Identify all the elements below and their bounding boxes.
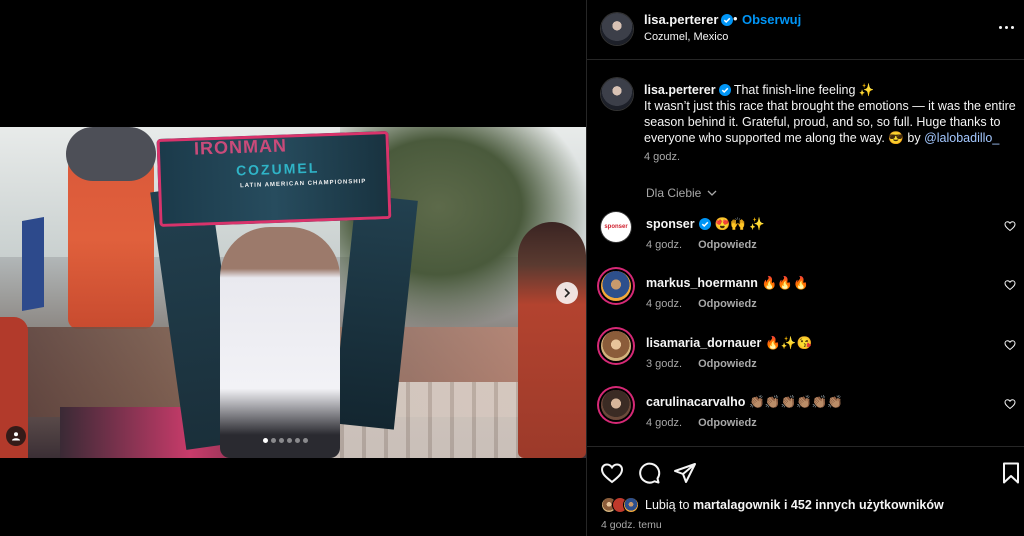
more-dot [1011, 25, 1014, 29]
author-avatar[interactable] [601, 13, 633, 45]
for-you-toggle[interactable]: Dla Ciebie [646, 186, 717, 200]
post-header: lisa.perterer • Obserwuj Cozumel, Mexico [587, 0, 1024, 60]
like-comment-heart-icon[interactable] [1004, 220, 1016, 232]
header-separator: • [733, 11, 738, 26]
author-username[interactable]: lisa.perterer [644, 12, 734, 27]
commenter-avatar[interactable] [601, 271, 631, 301]
photo-flag [22, 217, 44, 311]
likes-text: Lubią to martalagownik i 452 innych użyt… [645, 498, 944, 512]
carousel-dot [303, 438, 308, 443]
photo-inflatable-top [66, 127, 156, 181]
liker-avatar [623, 497, 639, 513]
carousel-dot [279, 438, 284, 443]
commenter-avatar[interactable] [601, 331, 631, 361]
user-icon [12, 432, 20, 441]
commenter-username[interactable]: markus_hoermann [646, 276, 758, 290]
like-comment-heart-icon[interactable] [1004, 279, 1016, 291]
caption-author-avatar[interactable] [601, 78, 633, 110]
comment-meta: 4 godz. Odpowiedz [646, 298, 757, 310]
post-media: IRONMAN COZUMEL LATIN AMERICAN CHAMPIONS… [0, 0, 586, 536]
more-dot [1005, 25, 1008, 29]
caption-mention-link[interactable]: @lalobadillo_ [924, 131, 999, 145]
comment-item: lisamaria_dornauer 🔥✨😘 3 godz. Odpowiedz [601, 331, 1021, 381]
comment-meta: 3 godz. Odpowiedz [646, 358, 757, 370]
comment-item: sponser sponser 😍🙌 ✨ 4 godz. Odpowiedz [601, 212, 1021, 262]
comment-time: 4 godz. [646, 239, 683, 251]
likes-suffix[interactable]: i 452 innych użytkowników [781, 498, 944, 512]
verified-icon [698, 218, 711, 230]
carousel-dots [263, 438, 308, 443]
photo-athlete [220, 227, 340, 458]
like-heart-icon[interactable] [600, 461, 624, 485]
comment-text-row: carulinacarvalho 👏🏽👏🏽👏🏽👏🏽👏🏽👏🏽 [646, 395, 843, 410]
commenter-username[interactable]: lisamaria_dornauer [646, 336, 761, 350]
comment-text: 😍🙌 ✨ [714, 217, 765, 231]
banner-text-cozumel: COZUMEL [235, 159, 320, 179]
comment-bubble-icon[interactable] [637, 461, 661, 485]
photo-spectator [518, 222, 586, 458]
comment-text: 🔥🔥🔥 [761, 276, 809, 290]
comment-time: 3 godz. [646, 358, 683, 370]
chevron-right-icon [564, 288, 571, 298]
likes-summary[interactable]: Lubią to martalagownik i 452 innych użyt… [601, 497, 944, 513]
sponser-logo-text: sponser [604, 224, 628, 230]
caption-time: 4 godz. [644, 151, 681, 163]
comment-time: 4 godz. [646, 417, 683, 429]
post-location[interactable]: Cozumel, Mexico [644, 31, 728, 43]
carousel-dot [263, 438, 268, 443]
carousel-dot [295, 438, 300, 443]
commenter-username[interactable]: sponser [646, 217, 695, 231]
more-dot [999, 25, 1002, 29]
reply-button[interactable]: Odpowiedz [698, 417, 757, 429]
banner-text-ironman: IRONMAN [193, 135, 288, 159]
comment-text-row: sponser 😍🙌 ✨ [646, 217, 765, 232]
comment-text-row: markus_hoermann 🔥🔥🔥 [646, 276, 809, 291]
carousel-dot [287, 438, 292, 443]
more-options-button[interactable] [999, 20, 1019, 34]
follow-button[interactable]: Obserwuj [742, 12, 801, 27]
caption-body: lisa.perterer That finish-line feeling ✨… [644, 82, 1016, 146]
post-side-panel: lisa.perterer • Obserwuj Cozumel, Mexico… [586, 0, 1024, 536]
reply-button[interactable]: Odpowiedz [698, 358, 757, 370]
comment-text-row: lisamaria_dornauer 🔥✨😘 [646, 336, 812, 351]
like-comment-heart-icon[interactable] [1004, 398, 1016, 410]
comment-time: 4 godz. [646, 298, 683, 310]
share-send-icon[interactable] [673, 461, 697, 485]
comment-item: markus_hoermann 🔥🔥🔥 4 godz. Odpowiedz [601, 271, 1021, 321]
carousel-dot [271, 438, 276, 443]
like-comment-heart-icon[interactable] [1004, 339, 1016, 351]
comment-meta: 4 godz. Odpowiedz [646, 239, 757, 251]
post-timestamp: 4 godz. temu [601, 519, 662, 531]
post-photo[interactable]: IRONMAN COZUMEL LATIN AMERICAN CHAMPIONS… [0, 127, 586, 458]
comment-text: 🔥✨😘 [765, 336, 813, 350]
post-actions: Lubią to martalagownik i 452 innych użyt… [587, 446, 1024, 536]
caption-username[interactable]: lisa.perterer [644, 83, 716, 97]
likes-prefix: Lubią to [645, 498, 693, 512]
reply-button[interactable]: Odpowiedz [698, 239, 757, 251]
comment-meta: 4 godz. Odpowiedz [646, 417, 757, 429]
comment-text: 👏🏽👏🏽👏🏽👏🏽👏🏽👏🏽 [749, 395, 843, 409]
verified-icon [718, 84, 731, 96]
commenter-username[interactable]: carulinacarvalho [646, 395, 745, 409]
bookmark-icon[interactable] [999, 461, 1023, 485]
reply-button[interactable]: Odpowiedz [698, 298, 757, 310]
author-username-text[interactable]: lisa.perterer [644, 12, 718, 27]
likes-user-link[interactable]: martalagownik [693, 498, 781, 512]
chevron-down-icon [707, 190, 717, 196]
caption-line1: That finish-line feeling ✨ [733, 83, 875, 97]
commenter-avatar[interactable]: sponser [601, 212, 631, 242]
comment-item: carulinacarvalho 👏🏽👏🏽👏🏽👏🏽👏🏽👏🏽 4 godz. Odp… [601, 390, 1021, 440]
next-image-button[interactable] [556, 282, 578, 304]
tagged-users-button[interactable] [6, 426, 26, 446]
commenter-avatar[interactable] [601, 390, 631, 420]
verified-icon [721, 14, 734, 26]
for-you-label: Dla Ciebie [646, 186, 702, 200]
